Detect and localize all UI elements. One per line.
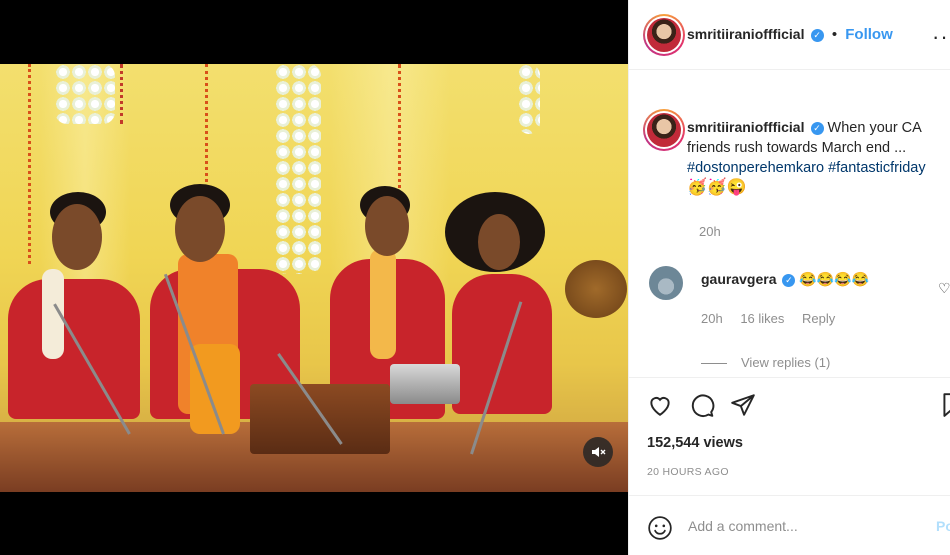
performer-scarf	[370, 249, 396, 359]
caption-timestamp: 20h	[699, 224, 721, 239]
cymbal	[565, 260, 627, 318]
more-options-icon[interactable]: ···	[932, 24, 950, 50]
verified-badge-icon: ✓	[782, 274, 796, 287]
post-panel: smritiiranioffficial ✓ • Follow ··· smri…	[628, 0, 950, 555]
post-header: smritiiranioffficial ✓ • Follow ···	[629, 0, 950, 70]
comment-username[interactable]: gauravgera	[701, 271, 776, 287]
header-user-line: smritiiranioffficial ✓ • Follow	[687, 26, 893, 43]
caption-username[interactable]: smritiiranioffficial	[687, 119, 804, 135]
video-pane	[0, 0, 628, 555]
performer-body	[8, 279, 140, 419]
caption-hashtags[interactable]: #dostonperehemkaro #fantasticfriday	[687, 160, 926, 176]
avatar[interactable]	[643, 14, 685, 56]
verified-badge-icon: ✓	[810, 121, 824, 135]
performer-face	[365, 196, 409, 256]
view-replies-label: View replies (1)	[741, 355, 831, 370]
follow-button[interactable]: Follow	[845, 26, 893, 43]
bookmark-icon[interactable]	[939, 392, 950, 418]
comment-text: 😂😂😂😂	[799, 271, 869, 287]
flower-tassel	[518, 64, 540, 134]
comment-body: gauravgera ✓ 😂😂😂😂	[701, 271, 869, 288]
heart-icon[interactable]	[647, 392, 673, 418]
marigold-garland	[205, 64, 213, 194]
performer-body	[452, 274, 552, 414]
post-timestamp: 20 HOURS AGO	[647, 466, 729, 478]
speaker-muted-icon	[592, 447, 606, 457]
view-count[interactable]: 152,544 views	[647, 435, 743, 451]
mute-button[interactable]	[583, 437, 613, 467]
post-comment-button[interactable]: Po	[936, 518, 950, 534]
harmonium	[250, 384, 390, 454]
flower-cluster	[55, 64, 115, 124]
performer-face	[175, 196, 225, 262]
smiley-icon[interactable]	[647, 515, 673, 541]
comment-icon[interactable]	[689, 392, 715, 418]
performer-face	[478, 214, 520, 270]
commenter-avatar[interactable]	[649, 266, 683, 300]
comments-section: smritiiranioffficial ✓ When your CA frie…	[629, 71, 950, 377]
performer-face	[52, 204, 102, 270]
author-username[interactable]: smritiiranioffficial	[687, 26, 804, 42]
reply-button[interactable]: Reply	[802, 311, 835, 326]
comment-input[interactable]	[688, 514, 918, 538]
comment-meta: 20h 16 likes Reply	[701, 311, 849, 326]
caption-emojis: 🥳🥳😜	[687, 179, 747, 196]
comment-timestamp: 20h	[701, 311, 723, 326]
verified-badge-icon: ✓	[810, 29, 824, 42]
marigold-garland	[120, 64, 128, 124]
tabla	[390, 364, 460, 404]
post-caption: smritiiranioffficial ✓ When your CA frie…	[687, 117, 950, 198]
view-replies-link[interactable]: View replies (1)	[701, 355, 830, 370]
separator-dot: •	[831, 26, 838, 43]
post-actions: 152,544 views 20 HOURS AGO	[629, 377, 950, 495]
video-player[interactable]	[0, 64, 628, 492]
comment-composer: Po	[629, 495, 950, 555]
replies-divider	[701, 363, 727, 365]
comment-likes[interactable]: 16 likes	[740, 311, 784, 326]
flower-string	[275, 64, 321, 274]
avatar[interactable]	[643, 109, 685, 151]
marigold-garland	[28, 64, 36, 264]
comment-like-icon[interactable]: ♡	[938, 280, 950, 297]
paper-plane-icon[interactable]	[730, 392, 756, 418]
